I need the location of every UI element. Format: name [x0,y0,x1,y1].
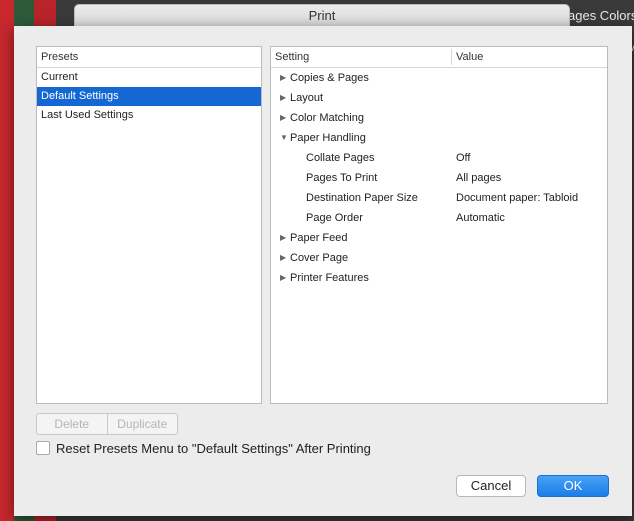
value-column-header[interactable]: Value [456,47,483,67]
setting-name: Cover Page [290,252,349,264]
setting-value: Automatic [456,212,505,224]
print-presets-sheet: Presets Current Default Settings Last Used… [14,26,632,516]
setting-name: Page Order [306,212,363,224]
setting-value: Document paper: Tabloid [456,192,579,204]
delete-duplicate-control: Delete Duplicate [36,413,178,435]
setting-row[interactable]: Destination Paper Size Document paper: Ta… [271,188,607,208]
preset-item[interactable]: Last Used Settings [37,106,261,125]
disclosure-triangle-right-icon[interactable]: ▶ [280,248,286,268]
setting-name: Color Matching [290,112,364,124]
setting-row[interactable]: ▼ Paper Handling [271,128,607,148]
disclosure-triangle-right-icon[interactable]: ▶ [280,108,286,128]
disclosure-triangle-right-icon[interactable]: ▶ [280,88,286,108]
settings-rows: ▶ Copies & Pages ▶ Layout ▶ Color Matching ▼ Pa… [271,68,607,288]
setting-row[interactable]: Page Order Automatic [271,208,607,228]
disclosure-triangle-down-icon[interactable]: ▼ [280,128,288,148]
presets-list: Presets Current Default Settings Last Used… [36,46,262,404]
setting-name: Pages To Print [306,172,378,184]
setting-row[interactable]: ▶ Copies & Pages [271,68,607,88]
delete-button[interactable]: Delete [37,414,107,434]
disclosure-triangle-right-icon[interactable]: ▶ [280,268,286,288]
setting-row[interactable]: ▶ Color Matching [271,108,607,128]
settings-table: Setting Value ▶ Copies & Pages ▶ Layout ▶ Col… [270,46,608,404]
setting-name: Collate Pages [306,152,375,164]
duplicate-button[interactable]: Duplicate [108,414,178,434]
setting-name: Destination Paper Size [306,192,418,204]
setting-name: Copies & Pages [290,72,369,84]
reset-presets-row[interactable]: Reset Presets Menu to "Default Settings"… [36,440,371,456]
cancel-button[interactable]: Cancel [456,475,526,497]
reset-presets-checkbox[interactable] [36,441,50,455]
setting-row[interactable]: ▶ Layout [271,88,607,108]
setting-row[interactable]: ▶ Cover Page [271,248,607,268]
setting-value: Off [456,152,471,164]
setting-row[interactable]: Collate Pages Off [271,148,607,168]
setting-value: All pages [456,172,502,184]
settings-header: Setting Value [271,47,607,68]
setting-name: Printer Features [290,272,369,284]
preset-item[interactable]: Default Settings [37,87,261,106]
print-window-title: Print [74,4,570,28]
ok-button[interactable]: OK [537,475,609,497]
presets-items: Current Default Settings Last Used Setting… [37,68,261,125]
setting-name: Paper Feed [290,232,348,244]
background-red-strip [0,0,14,521]
background-window-text: ages Colors [568,8,634,23]
disclosure-triangle-right-icon[interactable]: ▶ [280,228,286,248]
setting-row[interactable]: Pages To Print All pages [271,168,607,188]
reset-presets-label: Reset Presets Menu to "Default Settings"… [56,440,371,456]
setting-row[interactable]: ▶ Paper Feed [271,228,607,248]
preset-item[interactable]: Current [37,68,261,87]
presets-header: Presets [37,47,261,68]
setting-row[interactable]: ▶ Printer Features [271,268,607,288]
setting-name: Layout [290,92,324,104]
setting-name: Paper Handling [290,132,366,144]
disclosure-triangle-right-icon[interactable]: ▶ [280,68,286,88]
setting-column-header[interactable]: Setting [275,51,309,63]
column-divider [451,49,452,65]
